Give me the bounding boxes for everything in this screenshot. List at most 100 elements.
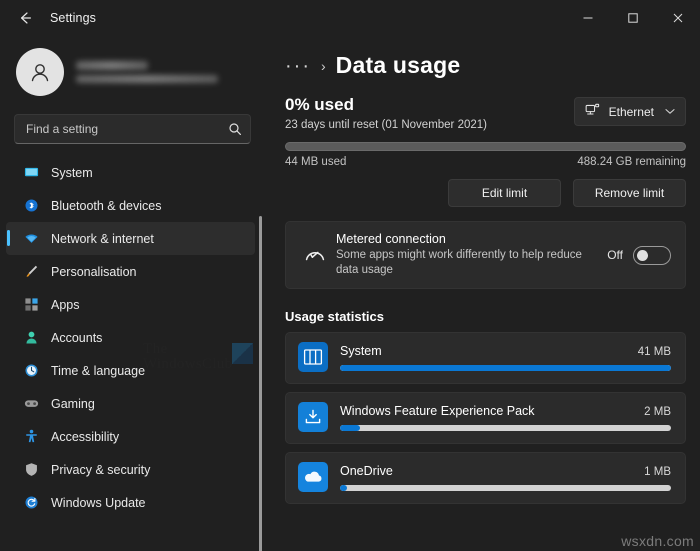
back-button[interactable] [8,3,42,33]
sidebar-item-label: Windows Update [51,495,146,510]
metered-toggle-switch[interactable] [633,245,671,265]
shield-icon [23,462,39,478]
watermark-site: wsxdn.com [621,533,694,549]
data-used-label: 44 MB used [285,156,347,168]
minimize-icon [582,12,594,24]
usage-summary: 0% used 23 days until reset (01 November… [285,95,487,131]
data-remaining-label: 488.24 GB remaining [577,156,686,168]
search-input[interactable] [26,122,228,136]
accessibility-icon [23,429,39,445]
clock-icon [23,363,39,379]
usage-stat-body: OneDrive 1 MB [340,464,671,491]
sidebar-item-accessibility[interactable]: Accessibility [6,420,255,453]
sidebar-item-personalisation[interactable]: Personalisation [6,255,255,288]
limit-actions: Edit limit Remove limit [285,179,686,207]
sidebar-item-network-internet[interactable]: Network & internet [6,222,255,255]
sidebar-item-label: Privacy & security [51,462,151,477]
usage-stat-top: System 41 MB [340,344,671,358]
usage-statistics-heading: Usage statistics [285,309,384,324]
sidebar-item-gaming[interactable]: Gaming [6,387,255,420]
sidebar-item-label: Time & language [51,363,146,378]
sidebar-scrollbar[interactable] [259,216,262,551]
account-summary[interactable] [0,36,265,106]
usage-stat-row-onedrive[interactable]: OneDrive 1 MB [285,452,686,504]
chevron-down-icon [665,107,675,117]
usage-stat-size: 1 MB [644,465,671,478]
sidebar-item-label: Network & internet [51,231,154,246]
sidebar-item-accounts[interactable]: Accounts [6,321,255,354]
page-title: Data usage [335,52,461,78]
usage-stat-body: System 41 MB [340,344,671,371]
sidebar-item-label: Accessibility [51,429,120,444]
usage-stat-name: OneDrive [340,463,393,478]
maximize-button[interactable] [610,0,655,36]
usage-stat-track [340,424,671,431]
close-button[interactable] [655,0,700,36]
chevron-right-icon: › [320,57,326,74]
breadcrumb-overflow-button[interactable]: ··· [285,56,311,76]
system-window-icon [298,342,328,372]
sidebar-item-label: Accounts [51,330,103,345]
adapter-dropdown[interactable]: Ethernet [573,97,686,126]
usage-stat-track [340,364,671,371]
usage-stat-name: System [340,343,382,358]
account-text [76,61,218,83]
edit-limit-button[interactable]: Edit limit [448,179,561,207]
back-arrow-icon [17,10,33,26]
close-icon [672,12,684,24]
metered-state-label: Off [607,248,623,262]
usage-stat-fill [340,364,671,371]
search-icon [228,122,242,136]
percent-used-label: 0% used [285,95,354,114]
update-refresh-icon [23,495,39,511]
maximize-icon [627,12,639,24]
main-content: ··· › Data usage 0% used 23 days until r… [265,36,700,551]
sidebar-item-label: Bluetooth & devices [51,198,162,213]
sidebar-item-apps[interactable]: Apps [6,288,255,321]
account-email-redacted [76,75,218,83]
usage-stat-top: Windows Feature Experience Pack 2 MB [340,404,671,418]
usage-bar-labels: 44 MB used 488.24 GB remaining [285,156,686,168]
wifi-icon [23,231,39,247]
metered-title: Metered connection [336,232,446,246]
adapter-label: Ethernet [608,104,654,119]
sidebar-item-system[interactable]: System [6,156,255,189]
metered-toggle-group[interactable]: Off [607,245,671,265]
usage-stat-row-system[interactable]: System 41 MB [285,332,686,384]
data-usage-progress-bar [285,142,686,151]
metered-connection-card[interactable]: Metered connection Some apps might work … [285,221,686,289]
minimize-button[interactable] [565,0,610,36]
window-body: System Bluetooth & devices Network & int… [0,36,700,551]
title-bar: Settings [0,0,700,36]
usage-stat-size: 2 MB [644,405,671,418]
usage-stat-size: 41 MB [637,345,671,358]
usage-stat-fill [340,424,360,431]
usage-stat-fill [340,484,347,491]
sidebar-item-privacy-security[interactable]: Privacy & security [6,453,255,486]
sidebar-item-label: Apps [51,297,80,312]
sidebar-item-label: Personalisation [51,264,137,279]
sidebar-item-label: Gaming [51,396,95,411]
bluetooth-icon [23,198,39,214]
usage-stat-track [340,484,671,491]
apps-grid-icon [23,297,39,313]
metered-description: Some apps might work differently to help… [336,249,582,276]
breadcrumb: ··· › Data usage [285,52,686,79]
sidebar-nav: System Bluetooth & devices Network & int… [0,154,265,519]
remove-limit-button[interactable]: Remove limit [573,179,686,207]
gamepad-icon [23,396,39,412]
search-box[interactable] [14,114,251,144]
gauge-meter-icon [300,245,330,265]
usage-stat-body: Windows Feature Experience Pack 2 MB [340,404,671,431]
person-icon [23,330,39,346]
window-controls [565,0,700,36]
usage-stat-row-windows-feature-experience-pack[interactable]: Windows Feature Experience Pack 2 MB [285,392,686,444]
settings-window: Settings Find a setting System Bluetooth… [0,0,700,551]
person-avatar-icon [31,64,49,82]
sidebar-item-bluetooth-devices[interactable]: Bluetooth & devices [6,189,255,222]
sidebar-item-time-language[interactable]: Time & language [6,354,255,387]
sidebar-item-windows-update[interactable]: Windows Update [6,486,255,519]
toggle-knob [637,249,648,261]
usage-stat-top: OneDrive 1 MB [340,464,671,478]
sidebar: System Bluetooth & devices Network & int… [0,36,265,551]
